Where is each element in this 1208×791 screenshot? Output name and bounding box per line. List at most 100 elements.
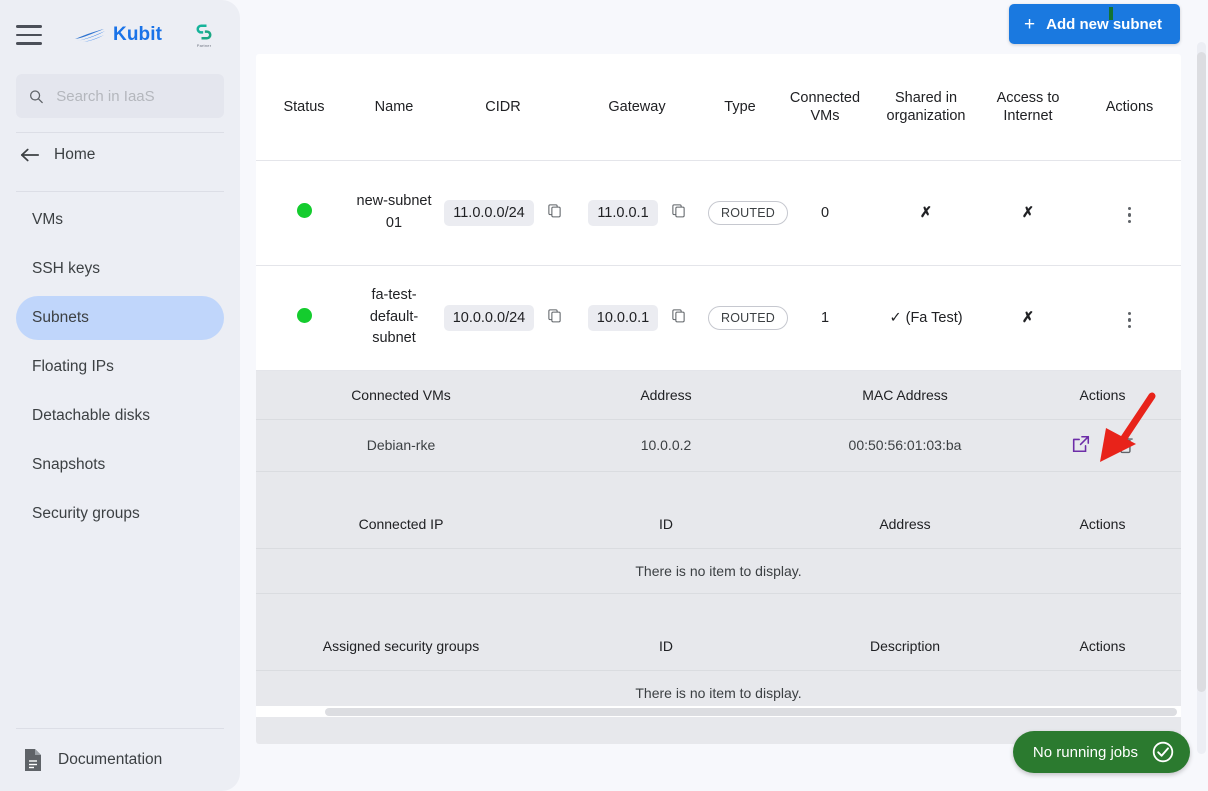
cell-connected-vms: 0 bbox=[820, 204, 830, 221]
sidebar-item-subnets[interactable]: Subnets bbox=[16, 296, 224, 340]
connected-vm-address: 10.0.0.2 bbox=[640, 437, 692, 453]
sidebar-divider-home bbox=[16, 191, 224, 192]
add-new-subnet-label: Add new subnet bbox=[1046, 15, 1162, 33]
gateway-value: 11.0.0.1 bbox=[588, 199, 658, 226]
cell-gateway: 10.0.0.1 bbox=[570, 265, 704, 370]
sidebar-item-home-label: Home bbox=[54, 146, 96, 163]
search-icon bbox=[29, 89, 43, 103]
sidebar-nav: VMs SSH keys Subnets Floating IPs Detach… bbox=[0, 198, 240, 536]
sidebar-item-subnets-label: Subnets bbox=[32, 309, 89, 326]
column-header-status: Status bbox=[283, 98, 325, 115]
cidr-value: 11.0.0.0/24 bbox=[444, 199, 534, 226]
cell-status bbox=[256, 160, 352, 265]
open-external-icon[interactable] bbox=[1071, 435, 1095, 457]
connected-vms-header-row: Connected VMs Address MAC Address Action… bbox=[256, 371, 1181, 420]
subnets-table-header-row: Status Name CIDR Gateway Type Connected … bbox=[256, 54, 1181, 160]
detail-column-actions-2: Actions bbox=[1079, 515, 1126, 532]
detail-column-description: Description bbox=[869, 637, 941, 654]
partner-logo: Partner bbox=[184, 22, 224, 48]
cell-connected-vms: 1 bbox=[820, 309, 830, 326]
sidebar-item-documentation[interactable]: Documentation bbox=[0, 729, 240, 791]
sidebar-item-documentation-label: Documentation bbox=[58, 751, 163, 768]
sidebar-item-floating-ips[interactable]: Floating IPs bbox=[16, 345, 224, 389]
sidebar-item-detachable-disks-label: Detachable disks bbox=[32, 407, 151, 424]
connected-vm-mac: 00:50:56:01:03:ba bbox=[848, 437, 962, 453]
row-menu-icon[interactable] bbox=[1124, 203, 1136, 228]
check-circle-icon bbox=[1152, 741, 1174, 763]
column-header-gateway: Gateway bbox=[608, 98, 666, 115]
cell-shared-in-organization: ✓ (Fa Test) bbox=[889, 309, 963, 326]
gateway-value: 10.0.0.1 bbox=[587, 304, 659, 331]
connected-ip-header-row: Connected IP ID Address Actions bbox=[256, 500, 1181, 549]
plus-icon: + bbox=[1024, 13, 1036, 35]
detail-column-address-2: Address bbox=[879, 515, 931, 532]
sidebar-item-security-groups-label: Security groups bbox=[32, 505, 140, 522]
detail-column-mac-address: MAC Address bbox=[862, 386, 948, 403]
sidebar-item-snapshots[interactable]: Snapshots bbox=[16, 443, 224, 487]
detail-column-id-2: ID bbox=[659, 637, 673, 654]
detail-column-actions: Actions bbox=[1079, 386, 1126, 403]
sidebar-header: Kubit Partner bbox=[0, 0, 240, 70]
cell-actions bbox=[1078, 160, 1181, 265]
cell-type: ROUTED bbox=[704, 265, 788, 370]
sidebar-item-ssh-keys[interactable]: SSH keys bbox=[16, 247, 224, 291]
sidebar-item-home[interactable]: Home bbox=[0, 133, 240, 177]
cell-gateway: 11.0.0.1 bbox=[570, 160, 704, 265]
search-input[interactable] bbox=[54, 86, 212, 106]
detail-column-address: Address bbox=[640, 386, 692, 403]
status-dot-running bbox=[296, 203, 312, 218]
detail-column-connected-ip: Connected IP bbox=[358, 515, 444, 532]
status-dot-running bbox=[296, 308, 312, 323]
sidebar-item-vms-label: VMs bbox=[32, 211, 63, 228]
column-header-shared-in-organization: Shared in organization bbox=[886, 89, 966, 124]
table-row[interactable]: new-subnet 01 11.0.0.0/24 11.0.0.1 ROUTE… bbox=[256, 160, 1181, 265]
cell-access-to-internet: ✗ bbox=[1021, 309, 1035, 326]
cell-name: new-subnet 01 bbox=[356, 192, 432, 231]
column-header-name: Name bbox=[374, 98, 414, 115]
cell-cidr: 11.0.0.0/24 bbox=[436, 160, 570, 265]
status-badge[interactable]: No running jobs bbox=[1012, 731, 1190, 773]
sidebar-footer: Documentation bbox=[0, 714, 240, 791]
search-box[interactable] bbox=[16, 74, 224, 118]
partner-s-mark-icon bbox=[196, 24, 212, 40]
cell-shared-in-organization: ✗ bbox=[919, 204, 933, 221]
row-menu-icon[interactable] bbox=[1124, 308, 1136, 333]
document-icon bbox=[25, 749, 41, 771]
delete-icon[interactable] bbox=[1117, 436, 1134, 457]
status-badge-label: No running jobs bbox=[1032, 743, 1138, 761]
sidebar-item-security-groups[interactable]: Security groups bbox=[16, 492, 224, 536]
row-detail-panel: Connected VMs Address MAC Address Action… bbox=[256, 370, 1181, 744]
hamburger-icon[interactable] bbox=[16, 25, 42, 45]
detail-spacer-2 bbox=[256, 593, 1181, 622]
cidr-value: 10.0.0.0/24 bbox=[443, 304, 535, 331]
connected-vm-row[interactable]: Debian-rke 10.0.0.2 00:50:56:01:03:ba bbox=[256, 419, 1181, 471]
connected-vm-name: Debian-rke bbox=[366, 437, 436, 453]
add-new-subnet-button[interactable]: + Add new subnet bbox=[1009, 4, 1180, 44]
horizontal-scrollbar-thumb[interactable] bbox=[325, 708, 1177, 716]
type-badge: ROUTED bbox=[708, 200, 788, 225]
table-row[interactable]: fa-test-default-subnet 10.0.0.0/24 10.0.… bbox=[256, 265, 1181, 370]
type-badge: ROUTED bbox=[708, 305, 788, 330]
brand[interactable]: Kubit bbox=[74, 24, 162, 46]
copy-gateway-icon[interactable] bbox=[671, 308, 686, 327]
sidebar-item-vms[interactable]: VMs bbox=[16, 198, 224, 242]
detail-column-assigned-security-groups: Assigned security groups bbox=[322, 637, 480, 654]
vertical-scrollbar-thumb[interactable] bbox=[1197, 52, 1206, 692]
column-header-connected-vms: Connected VMs bbox=[789, 89, 861, 124]
sidebar-item-floating-ips-label: Floating IPs bbox=[32, 358, 114, 375]
detail-tables: Connected VMs Address MAC Address Action… bbox=[256, 371, 1181, 744]
subnets-table: Status Name CIDR Gateway Type Connected … bbox=[256, 54, 1181, 371]
text-cursor-marker bbox=[1109, 7, 1114, 20]
copy-cidr-icon[interactable] bbox=[547, 308, 562, 327]
cell-actions bbox=[1078, 265, 1181, 370]
column-header-type: Type bbox=[724, 98, 756, 115]
detail-spacer bbox=[256, 471, 1181, 500]
sidebar-item-detachable-disks[interactable]: Detachable disks bbox=[16, 394, 224, 438]
sidebar-item-snapshots-label: Snapshots bbox=[32, 456, 106, 473]
copy-cidr-icon[interactable] bbox=[547, 203, 562, 222]
copy-gateway-icon[interactable] bbox=[671, 203, 686, 222]
cell-type: ROUTED bbox=[704, 160, 788, 265]
brand-name: Kubit bbox=[113, 24, 163, 45]
sidebar: Kubit Partner Home bbox=[0, 0, 240, 791]
column-header-cidr: CIDR bbox=[485, 98, 521, 115]
